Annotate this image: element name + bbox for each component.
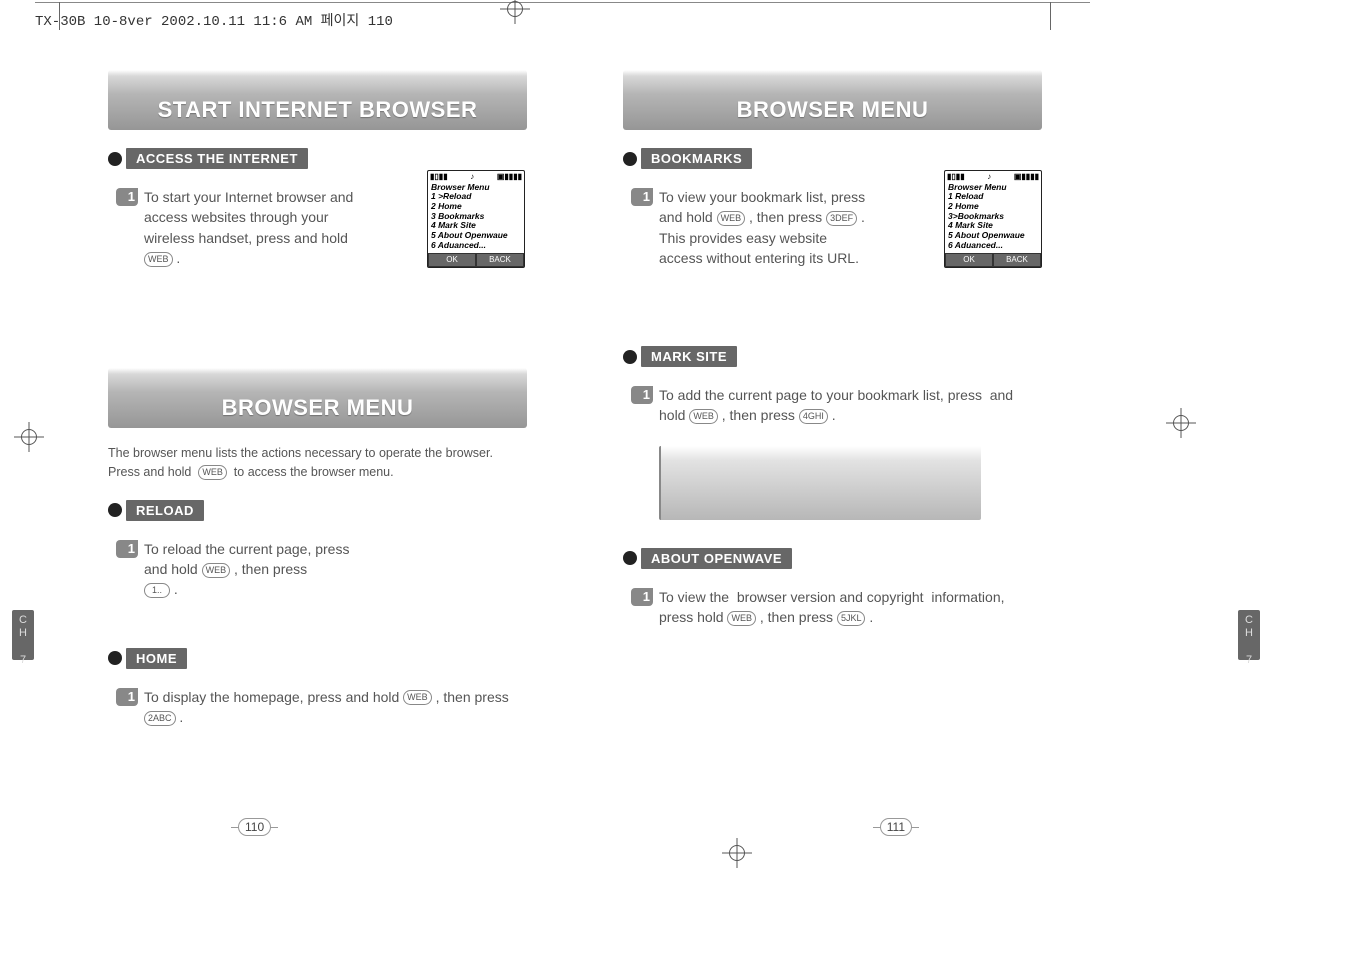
phone-menu-item: 6 Aduanced... <box>428 241 524 251</box>
file-header: TX-30B 10-8ver 2002.10.11 11:6 AM 페이지 11… <box>35 10 393 30</box>
chapter-tab: C H 7 <box>12 610 34 660</box>
step-text: To start your Internet browser and acces… <box>144 187 374 268</box>
subsection-label: ACCESS THE INTERNET <box>126 148 308 169</box>
step-text: To display the homepage, press and hold … <box>144 689 509 725</box>
softkey-ok: OK <box>945 253 993 267</box>
subsection-label: RELOAD <box>126 500 204 521</box>
step: 1 To reload the current page, press and … <box>144 539 527 600</box>
section-title: BROWSER MENU <box>623 70 1042 130</box>
signal-icon: ▮▯▮▮ <box>430 172 448 181</box>
battery-icon: ▣▮▮▮▮ <box>497 172 522 181</box>
step: 1 To display the homepage, press and hol… <box>144 687 527 728</box>
page-spread: C H 7 START INTERNET BROWSER ACCESS THE … <box>60 30 1090 840</box>
signal-icon: ▮▯▮▮ <box>947 172 965 181</box>
five-key-icon: 5JKL <box>837 611 866 626</box>
decorative-block <box>659 446 981 520</box>
web-key-icon: WEB <box>717 211 746 226</box>
top-crop-rule <box>35 2 1090 3</box>
subsection-label: HOME <box>126 648 187 669</box>
phone-screen-mock: ▮▯▮▮ ♪ ▣▮▮▮▮ Browser Menu 1 Reload 2 Hom… <box>944 170 1042 268</box>
two-key-icon: 2ABC <box>144 711 176 726</box>
web-key-icon: WEB <box>202 563 231 578</box>
step-badge-icon: 1 <box>631 188 653 206</box>
chapter-tab-num: 7 <box>20 654 26 666</box>
page-number: 110 <box>238 818 271 836</box>
subsection-label: ABOUT OPENWAVE <box>641 548 792 569</box>
registration-mark-icon <box>1166 408 1196 438</box>
registration-mark-icon <box>14 422 44 452</box>
subsection-label: MARK SITE <box>641 346 737 367</box>
one-key-icon: 1.. <box>144 583 170 598</box>
step-badge-icon: 1 <box>116 688 138 706</box>
registration-mark-icon <box>500 0 530 24</box>
page-right: C H 7 BROWSER MENU BOOKMARKS 1 To view y… <box>575 30 1090 840</box>
step-text: To view the browser version and copyrigh… <box>659 589 1005 625</box>
step-text: To add the current page to your bookmark… <box>659 387 1013 423</box>
section-title: START INTERNET BROWSER <box>108 70 527 130</box>
four-key-icon: 4GHI <box>799 409 828 424</box>
step: 1 To add the current page to your bookma… <box>659 385 1042 426</box>
step-badge-icon: 1 <box>631 386 653 404</box>
step-badge-icon: 1 <box>631 588 653 606</box>
step-badge-icon: 1 <box>116 188 138 206</box>
page-number: 111 <box>880 818 912 836</box>
phone-screen-mock: ▮▯▮▮ ♪ ▣▮▮▮▮ Browser Menu 1 >Reload 2 Ho… <box>427 170 525 268</box>
step-badge-icon: 1 <box>116 540 138 558</box>
web-key-icon: WEB <box>403 690 432 705</box>
section-title: BROWSER MENU <box>108 368 527 428</box>
web-key-icon: WEB <box>727 611 756 626</box>
softkey-back: BACK <box>993 253 1041 267</box>
page-left: C H 7 START INTERNET BROWSER ACCESS THE … <box>60 30 575 840</box>
step-text: To view your bookmark list, press and ho… <box>659 187 869 268</box>
sound-icon: ♪ <box>987 172 991 181</box>
crop-guide <box>1050 2 1051 30</box>
step: 1 To view the browser version and copyri… <box>659 587 1042 628</box>
chapter-tab: C H 7 <box>1238 610 1260 660</box>
step-text: To reload the current page, press and ho… <box>144 539 374 600</box>
chapter-tab-h: H <box>19 627 27 639</box>
sound-icon: ♪ <box>470 172 474 181</box>
chapter-tab-c: C <box>19 614 27 626</box>
web-key-icon: WEB <box>144 252 173 267</box>
battery-icon: ▣▮▮▮▮ <box>1014 172 1039 181</box>
registration-mark-icon <box>722 838 752 868</box>
subsection-label: BOOKMARKS <box>641 148 752 169</box>
three-key-icon: 3DEF <box>826 211 857 226</box>
web-key-icon: WEB <box>198 465 227 480</box>
softkey-back: BACK <box>476 253 524 267</box>
phone-menu-item: 6 Aduanced... <box>945 241 1041 251</box>
intro-text: The browser menu lists the actions neces… <box>108 444 527 482</box>
softkey-ok: OK <box>428 253 476 267</box>
web-key-icon: WEB <box>689 409 718 424</box>
